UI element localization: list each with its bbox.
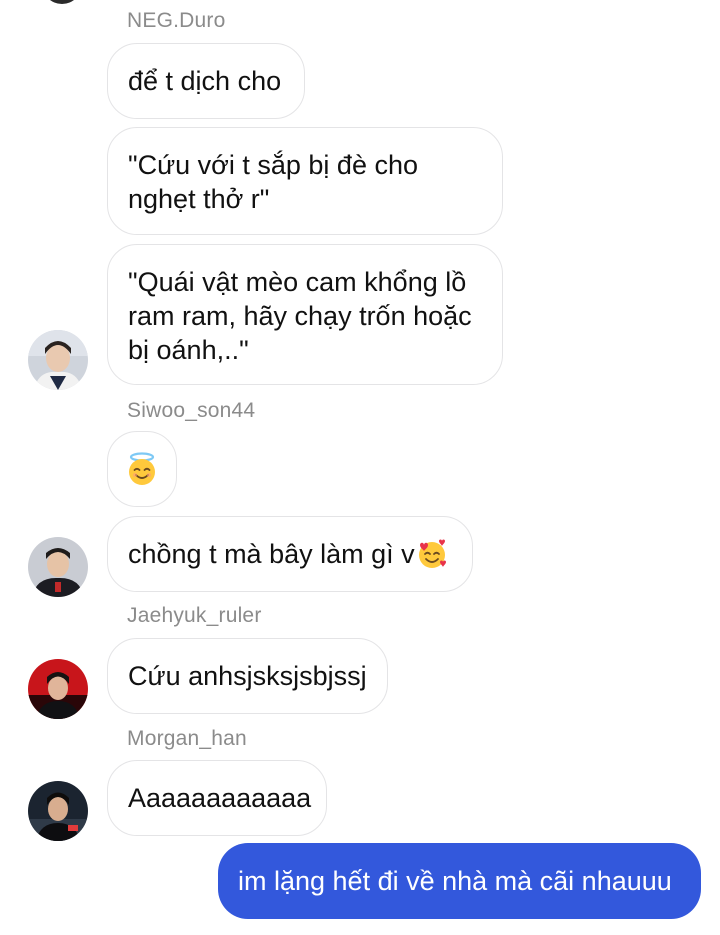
avatar[interactable] [28, 330, 88, 390]
my-message-bubble[interactable]: im lặng hết đi về nhà mà cãi nhauuu [218, 843, 701, 919]
avatar-image [28, 537, 88, 597]
sender-name: Jaehyuk_ruler [127, 604, 262, 627]
message-bubble[interactable]: để t dịch cho [107, 43, 305, 119]
message-text: chồng t mà bây làm gì v [128, 539, 415, 569]
message-text: "Quái vật mèo cam khổng lồ ram ram, hãy … [128, 267, 472, 365]
sender-name: Siwoo_son44 [127, 399, 256, 422]
message-bubble[interactable]: "Cứu với t sắp bị đè cho nghẹt thở r" [107, 127, 503, 235]
message-bubble[interactable]: "Quái vật mèo cam khổng lồ ram ram, hãy … [107, 244, 503, 385]
message-bubble[interactable] [107, 431, 177, 507]
avatar[interactable] [42, 0, 82, 4]
message-bubble[interactable]: Cứu anhsjsksjsbjssj [107, 638, 388, 714]
avatar[interactable] [28, 781, 88, 841]
avatar-image [28, 781, 88, 841]
avatar[interactable] [28, 659, 88, 719]
avatar-image [28, 659, 88, 719]
message-bubble[interactable]: Aaaaaaaaaaaa [107, 760, 327, 836]
sender-name: NEG.Duro [127, 9, 226, 32]
message-text: Aaaaaaaaaaaa [128, 783, 312, 813]
halo-smile-emoji-icon [129, 452, 155, 485]
message-text: để t dịch cho [128, 66, 282, 96]
smiling-face-with-hearts-emoji-icon [418, 539, 446, 568]
message-text: Cứu anhsjsksjsbjssj [128, 661, 367, 691]
sender-name: Morgan_han [127, 727, 247, 750]
message-bubble[interactable]: chồng t mà bây làm gì v [107, 516, 473, 592]
avatar-image [28, 330, 88, 390]
avatar[interactable] [28, 537, 88, 597]
message-text: im lặng hết đi về nhà mà cãi nhauuu [238, 866, 672, 896]
message-text: "Cứu với t sắp bị đè cho nghẹt thở r" [128, 150, 418, 214]
